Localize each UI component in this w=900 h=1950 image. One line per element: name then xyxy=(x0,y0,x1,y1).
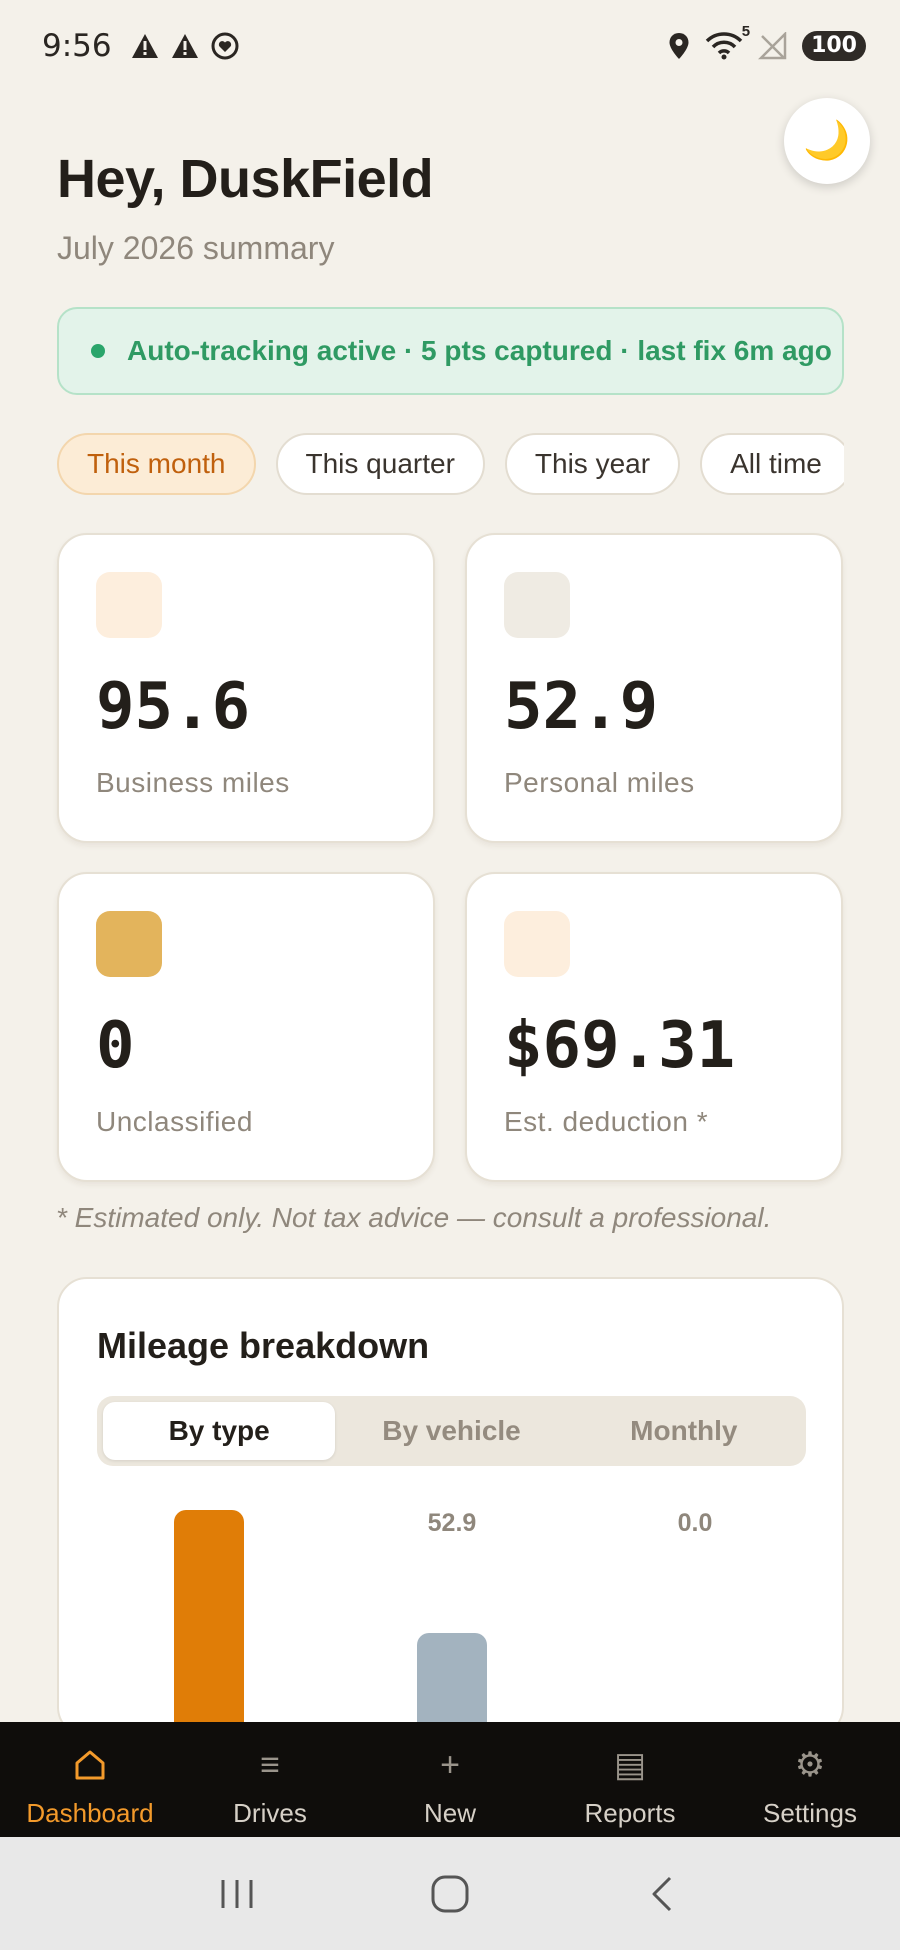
plus-icon: + xyxy=(440,1745,460,1784)
mileage-bar-chart: 95.652.90.0 xyxy=(59,1509,842,1735)
alert-triangle-icon xyxy=(170,32,200,60)
mileage-breakdown-card: Mileage breakdown By type By vehicle Mon… xyxy=(57,1277,844,1737)
nav-reports[interactable]: ▤ Reports xyxy=(540,1722,720,1837)
chip-all-time[interactable]: All time xyxy=(700,433,844,495)
status-bar: 9:56 5 100 xyxy=(0,0,900,92)
battery-icon: 100 xyxy=(802,31,866,61)
chip-this-month[interactable]: This month xyxy=(57,433,256,495)
wifi-icon: 5 xyxy=(704,23,750,61)
recent-apps-icon xyxy=(221,1879,253,1908)
report-icon: ▤ xyxy=(613,1746,647,1784)
location-icon xyxy=(668,32,690,60)
home-button[interactable] xyxy=(410,1864,490,1924)
breakdown-segmented-control: By type By vehicle Monthly xyxy=(97,1396,806,1466)
back-chevron-icon xyxy=(652,1876,672,1911)
settings-icon: ⚙ xyxy=(794,1746,826,1784)
stat-value: 95.6 xyxy=(96,670,251,744)
page-title: Hey, DuskField xyxy=(57,149,434,209)
home-circle-icon xyxy=(431,1875,469,1912)
stat-swatch xyxy=(96,911,162,977)
stat-card-unclassified[interactable]: 0 Unclassified xyxy=(57,872,435,1182)
alert-triangle-icon xyxy=(130,32,160,60)
home-icon xyxy=(72,1744,108,1786)
stat-label: Business miles xyxy=(96,767,290,798)
stat-label: Unclassified xyxy=(96,1106,253,1137)
stat-swatch xyxy=(96,572,162,638)
moon-icon: 🌙 xyxy=(803,120,851,162)
page-subtitle: July 2026 summary xyxy=(57,230,335,266)
stat-label: Est. deduction * xyxy=(504,1106,709,1137)
tracking-status-banner: Auto-tracking active · 5 pts captured · … xyxy=(57,307,844,395)
bar-value-label: 52.9 xyxy=(427,1509,477,1537)
chip-this-year[interactable]: This year xyxy=(504,433,681,495)
nav-label: New xyxy=(423,1798,476,1828)
breakdown-title: Mileage breakdown xyxy=(97,1325,430,1366)
tab-by-vehicle[interactable]: By vehicle xyxy=(335,1402,567,1460)
theme-toggle-button[interactable]: 🌙 xyxy=(784,98,870,184)
stat-card-personal[interactable]: 52.9 Personal miles xyxy=(465,533,843,843)
tab-by-type[interactable]: By type xyxy=(103,1402,336,1460)
nav-label: Settings xyxy=(763,1798,857,1828)
tracking-status-text: Auto-tracking active · 5 pts captured · … xyxy=(127,335,832,366)
nav-settings[interactable]: ⚙ Settings xyxy=(720,1722,900,1837)
nav-new[interactable]: + New xyxy=(360,1722,540,1837)
tax-disclaimer: * Estimated only. Not tax advice — consu… xyxy=(56,1202,772,1233)
stat-card-deduction[interactable]: $69.31 Est. deduction * xyxy=(465,872,843,1182)
back-button[interactable] xyxy=(623,1864,703,1924)
stat-label: Personal miles xyxy=(504,767,695,798)
stat-swatch xyxy=(504,572,570,638)
stat-card-business[interactable]: 95.6 Business miles xyxy=(57,533,435,843)
nav-label: Drives xyxy=(233,1798,307,1828)
bottom-navigation: Dashboard ≡ Drives + New ▤ Reports ⚙ Set… xyxy=(0,1722,900,1837)
nav-label: Reports xyxy=(584,1798,676,1828)
stat-swatch xyxy=(504,911,570,977)
nav-label: Dashboard xyxy=(26,1798,154,1828)
nav-dashboard[interactable]: Dashboard xyxy=(0,1722,180,1837)
signal-off-icon xyxy=(758,32,788,60)
chip-this-quarter[interactable]: This quarter xyxy=(275,433,485,495)
stat-value: 52.9 xyxy=(504,670,659,744)
status-dot-icon xyxy=(91,344,105,358)
nav-drives[interactable]: ≡ Drives xyxy=(180,1722,360,1837)
bar-value-label: 0.0 xyxy=(677,1509,713,1537)
stat-value: $69.31 xyxy=(504,1009,736,1083)
chart-bar xyxy=(174,1510,244,1735)
heart-circle-icon xyxy=(210,31,240,61)
list-icon: ≡ xyxy=(260,1745,280,1784)
system-navigation-bar xyxy=(0,1837,900,1950)
status-time: 9:56 xyxy=(42,28,112,64)
wifi-badge: 5 xyxy=(741,23,751,40)
stat-value: 0 xyxy=(96,1009,135,1083)
period-filter: This month This quarter This year All ti… xyxy=(57,433,844,495)
recent-apps-button[interactable] xyxy=(197,1864,277,1924)
tab-monthly[interactable]: Monthly xyxy=(568,1402,800,1460)
